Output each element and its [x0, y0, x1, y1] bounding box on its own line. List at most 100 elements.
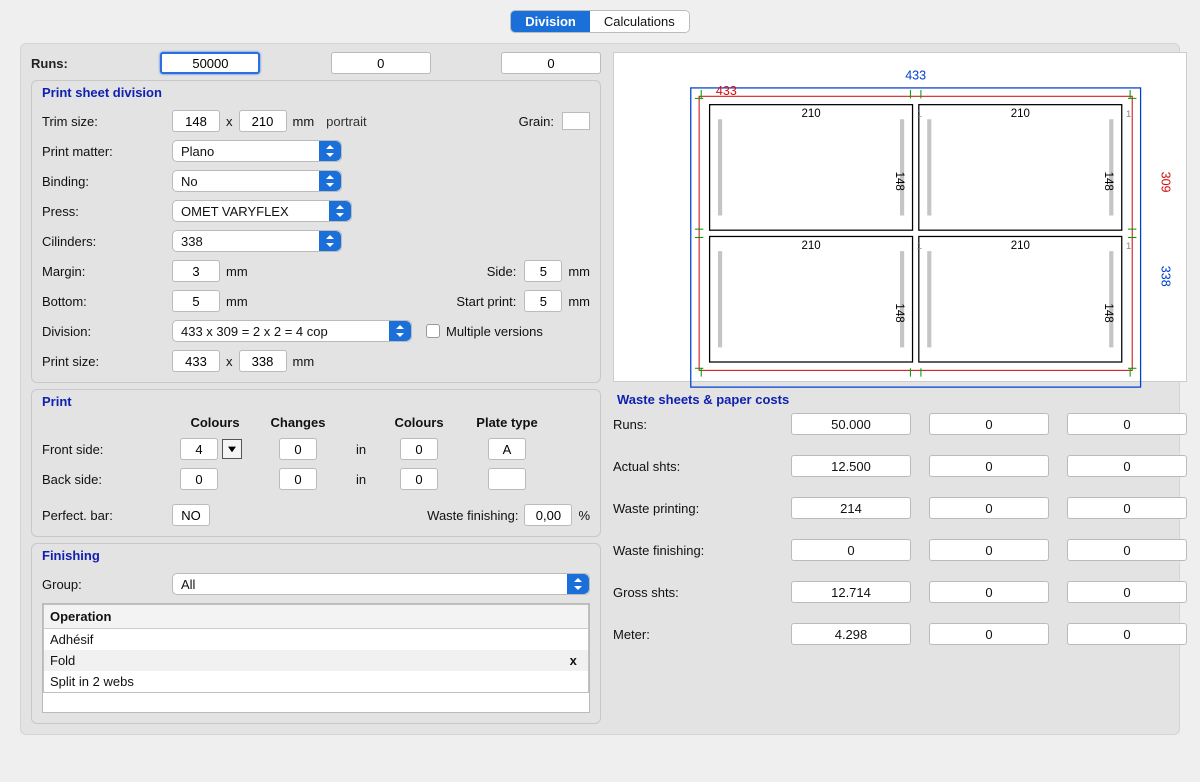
front-colours-input[interactable]: [180, 438, 218, 460]
group-select[interactable]: All: [172, 573, 590, 595]
start-print-input[interactable]: [524, 290, 562, 312]
meter-v1[interactable]: 4.298: [791, 623, 911, 645]
colours2-header: Colours: [384, 415, 454, 430]
bottom-input[interactable]: [172, 290, 220, 312]
margin-input[interactable]: [172, 260, 220, 282]
chevron-down-icon: [319, 171, 341, 191]
trim-height-input[interactable]: [239, 110, 287, 132]
back-colours-input[interactable]: [180, 468, 218, 490]
gross-shts-v2[interactable]: 0: [929, 581, 1049, 603]
cilinders-value: 338: [181, 234, 203, 249]
runs-input-1[interactable]: [160, 52, 260, 74]
svg-text:338: 338: [1159, 266, 1172, 287]
waste-finishing-v3[interactable]: 0: [1067, 539, 1187, 561]
print-size-w-input[interactable]: [172, 350, 220, 372]
meter-v2[interactable]: 0: [929, 623, 1049, 645]
x-sep: x: [226, 114, 233, 129]
gross-shts-label: Gross shts:: [613, 585, 773, 600]
binding-label: Binding:: [42, 174, 172, 189]
waste-printing-v2[interactable]: 0: [929, 497, 1049, 519]
chevron-down-icon: [389, 321, 411, 341]
changes-header: Changes: [258, 415, 338, 430]
cilinders-select[interactable]: 338: [172, 230, 342, 252]
waste-runs-v3[interactable]: 0: [1067, 413, 1187, 435]
press-label: Press:: [42, 204, 172, 219]
gross-shts-v3[interactable]: 0: [1067, 581, 1187, 603]
waste-runs-v2[interactable]: 0: [929, 413, 1049, 435]
svg-text:210: 210: [801, 240, 820, 252]
table-row[interactable]: Foldx: [44, 650, 589, 671]
meter-v3[interactable]: 0: [1067, 623, 1187, 645]
runs-input-3[interactable]: [501, 52, 601, 74]
front-colours-dropdown-button[interactable]: [222, 439, 242, 459]
waste-finishing-input[interactable]: [524, 504, 572, 526]
print-matter-select[interactable]: Plano: [172, 140, 342, 162]
perfect-bar-input[interactable]: [172, 504, 210, 526]
multiple-versions-checkbox[interactable]: [426, 324, 440, 338]
binding-select[interactable]: No: [172, 170, 342, 192]
table-row[interactable]: Adhésif: [44, 629, 589, 651]
division-select[interactable]: 433 x 309 = 2 x 2 = 4 cop: [172, 320, 412, 342]
group-value: All: [181, 577, 195, 592]
back-changes-input[interactable]: [279, 468, 317, 490]
tab-calculations[interactable]: Calculations: [590, 11, 689, 32]
chevron-down-icon: [329, 201, 351, 221]
back-colours2-input[interactable]: [400, 468, 438, 490]
press-value: OMET VARYFLEX: [181, 204, 289, 219]
gross-shts-v1[interactable]: 12.714: [791, 581, 911, 603]
press-select[interactable]: OMET VARYFLEX: [172, 200, 352, 222]
meter-label: Meter:: [613, 627, 773, 642]
chevron-down-icon: [567, 574, 589, 594]
in-label: in: [346, 442, 376, 457]
operation-table-wrap[interactable]: Operation Adhésif Foldx Split in 2 webs: [42, 603, 590, 713]
print-matter-value: Plano: [181, 144, 214, 159]
svg-text:1: 1: [1126, 240, 1131, 251]
tab-division[interactable]: Division: [511, 11, 590, 32]
svg-text:148: 148: [1102, 172, 1114, 191]
print-matter-label: Print matter:: [42, 144, 172, 159]
main-panel: Runs: Print sheet division Trim size: x …: [20, 43, 1180, 735]
table-row[interactable]: Split in 2 webs: [44, 671, 589, 693]
svg-text:210: 210: [1011, 240, 1030, 252]
margin-label: Margin:: [42, 264, 172, 279]
svg-text:433: 433: [716, 84, 737, 98]
actual-shts-v3[interactable]: 0: [1067, 455, 1187, 477]
side-input[interactable]: [524, 260, 562, 282]
multiple-versions-label: Multiple versions: [446, 324, 543, 339]
trim-size-label: Trim size:: [42, 114, 172, 129]
cilinders-label: Cilinders:: [42, 234, 172, 249]
runs-label: Runs:: [31, 56, 142, 71]
front-colours2-input[interactable]: [400, 438, 438, 460]
mm-unit: mm: [226, 264, 248, 279]
front-side-label: Front side:: [42, 442, 172, 457]
binding-value: No: [181, 174, 198, 189]
chevron-down-icon: [319, 141, 341, 161]
waste-printing-v3[interactable]: 0: [1067, 497, 1187, 519]
svg-text:148: 148: [1102, 303, 1114, 322]
mm-unit: mm: [293, 354, 315, 369]
svg-text:309: 309: [1159, 172, 1172, 193]
chevron-down-icon: [319, 231, 341, 251]
waste-runs-v1[interactable]: 50.000: [791, 413, 911, 435]
in-label: in: [346, 472, 376, 487]
waste-printing-v1[interactable]: 214: [791, 497, 911, 519]
plate-type-header: Plate type: [462, 415, 552, 430]
runs-input-2[interactable]: [331, 52, 431, 74]
actual-shts-v2[interactable]: 0: [929, 455, 1049, 477]
tab-group: Division Calculations: [510, 10, 689, 33]
back-side-label: Back side:: [42, 472, 172, 487]
pct-unit: %: [578, 508, 590, 523]
right-column: 433 433 309 338 210 210 210 210 148 148 …: [613, 52, 1187, 724]
back-plate-input[interactable]: [488, 468, 526, 490]
trim-width-input[interactable]: [172, 110, 220, 132]
grain-box[interactable]: [562, 112, 590, 130]
waste-finishing-v2[interactable]: 0: [929, 539, 1049, 561]
front-plate-input[interactable]: [488, 438, 526, 460]
print-size-h-input[interactable]: [239, 350, 287, 372]
tab-bar: Division Calculations: [0, 0, 1200, 39]
grain-label: Grain:: [519, 114, 554, 129]
actual-shts-v1[interactable]: 12.500: [791, 455, 911, 477]
waste-finishing-v1[interactable]: 0: [791, 539, 911, 561]
front-changes-input[interactable]: [279, 438, 317, 460]
waste-runs-label: Runs:: [613, 417, 773, 432]
